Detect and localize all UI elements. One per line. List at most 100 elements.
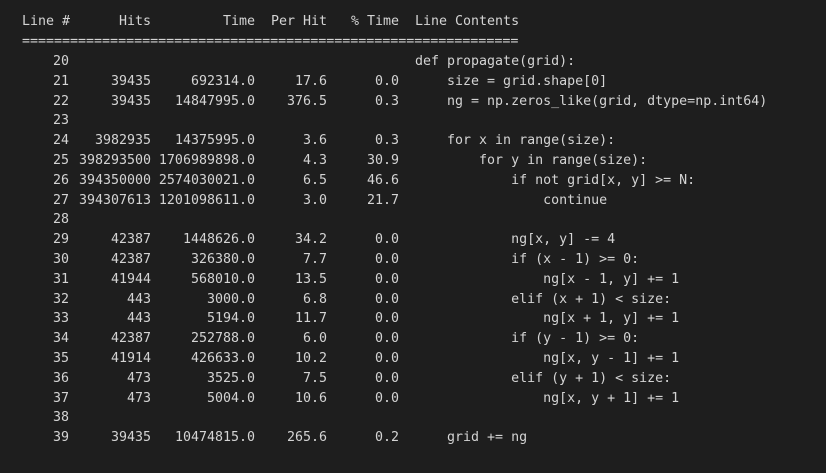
percent-time-value: 0.3 (374, 93, 399, 109)
table-row: 38 (0, 408, 826, 428)
time-value: 326380.0 (190, 252, 255, 267)
hits-value: 42387 (110, 331, 151, 347)
line-number: 32 (52, 291, 69, 307)
table-row: 30 42387 326380.0 7.7 0.0 if (x - 1) >= 0: (0, 250, 826, 270)
time-value: 14847995.0 (174, 93, 255, 109)
table-row: 27 394307613 1201098611.0 3.0 21.7 continue (0, 191, 826, 211)
hits-value: 39435 (110, 93, 151, 109)
hits-value: 42387 (110, 232, 151, 248)
percent-time-value: 0.0 (374, 252, 399, 267)
line-number: 28 (52, 212, 69, 228)
line-number: 29 (52, 232, 69, 248)
per-hit-value: 7.5 (302, 370, 327, 386)
table-row: 33 443 5194.0 11.7 0.0 ng[x + 1, y] += 1 (0, 309, 826, 329)
line-contents: elif (x + 1) < size: (415, 291, 672, 307)
percent-time-value: 0.0 (374, 390, 399, 406)
per-hit-value: 265.6 (286, 430, 327, 446)
line-contents: if not grid[x, y] >= N: (415, 172, 696, 188)
table-row: 25 398293500 1706989898.0 4.3 30.9 for y in … (0, 151, 826, 171)
line-number: 26 (52, 172, 69, 188)
hits-value: 3982935 (94, 133, 151, 149)
table-row: 34 42387 252788.0 6.0 0.0 if (y - 1) >= 0: (0, 329, 826, 349)
line-number: 22 (52, 93, 69, 109)
table-row: 39 39435 10474815.0 265.6 0.2 grid += ng (0, 428, 826, 448)
line-number: 24 (52, 133, 69, 149)
percent-time-value: 46.6 (366, 172, 399, 188)
header-line-contents: Line Contents (415, 14, 520, 29)
time-value: 692314.0 (190, 73, 255, 89)
per-hit-value: 13.5 (294, 271, 327, 287)
hits-value: 394307613 (78, 192, 151, 208)
table-row: 20 def propagate(grid): (0, 52, 826, 72)
table-row: 22 39435 14847995.0 376.5 0.3 ng = np.zeros_… (0, 92, 826, 112)
table-row: 21 39435 692314.0 17.6 0.0 size = grid.shape… (0, 72, 826, 92)
hits-value: 41944 (110, 271, 151, 287)
per-hit-value: 376.5 (286, 93, 327, 109)
percent-time-value: 0.0 (374, 370, 399, 386)
percent-time-value: 0.0 (374, 351, 399, 366)
hits-value: 42387 (110, 252, 151, 267)
line-number: 35 (52, 351, 69, 366)
line-number: 36 (52, 370, 69, 386)
line-contents: ng[x, y] -= 4 (415, 232, 616, 248)
time-value: 426633.0 (190, 351, 255, 366)
hits-value: 473 (126, 370, 151, 386)
time-value: 252788.0 (190, 331, 255, 347)
table-row: 26 394350000 2574030021.0 6.5 46.6 if not gr… (0, 171, 826, 191)
line-number: 25 (52, 153, 69, 168)
time-value: 3525.0 (206, 370, 255, 386)
percent-time-value: 0.0 (374, 331, 399, 347)
line-contents: ng[x, y + 1] += 1 (415, 390, 680, 406)
line-contents: ng[x + 1, y] += 1 (415, 311, 680, 327)
table-row: 36 473 3525.0 7.5 0.0 elif (y + 1) < size: (0, 369, 826, 389)
line-contents: for y in range(size): (415, 153, 648, 168)
time-value: 5004.0 (206, 390, 255, 406)
hits-value: 394350000 (78, 172, 151, 188)
time-value: 1706989898.0 (158, 153, 255, 168)
percent-time-value: 30.9 (366, 153, 399, 168)
line-contents: grid += ng (415, 430, 528, 446)
table-row: 35 41914 426633.0 10.2 0.0 ng[x, y - 1] += 1 (0, 349, 826, 369)
line-number: 30 (52, 252, 69, 267)
line-contents: if (y - 1) >= 0: (415, 331, 640, 347)
line-number: 27 (52, 192, 69, 208)
line-number: 23 (52, 113, 69, 129)
header-percent-time: % Time (350, 14, 399, 29)
per-hit-value: 3.6 (302, 133, 327, 149)
per-hit-value: 7.7 (302, 252, 327, 267)
table-row: 32 443 3000.0 6.8 0.0 elif (x + 1) < size: (0, 290, 826, 310)
table-row: 29 42387 1448626.0 34.2 0.0 ng[x, y] -= 4 (0, 230, 826, 250)
separator-row: ========================================… (0, 32, 826, 52)
time-value: 3000.0 (206, 291, 255, 307)
separator: ========================================… (22, 34, 519, 49)
per-hit-value: 10.2 (294, 351, 327, 366)
time-value: 568010.0 (190, 271, 255, 287)
hits-value: 39435 (110, 430, 151, 446)
line-number: 39 (52, 430, 69, 446)
percent-time-value: 0.0 (374, 232, 399, 248)
line-contents: for x in range(size): (415, 133, 616, 149)
percent-time-value: 0.2 (374, 430, 399, 446)
table-row: 37 473 5004.0 10.6 0.0 ng[x, y + 1] += 1 (0, 389, 826, 409)
percent-time-value: 0.0 (374, 311, 399, 327)
per-hit-value: 17.6 (294, 73, 327, 89)
line-number: 34 (52, 331, 69, 347)
table-row: 31 41944 568010.0 13.5 0.0 ng[x - 1, y] += 1 (0, 270, 826, 290)
time-value: 5194.0 (206, 311, 255, 327)
table-row: 23 (0, 111, 826, 131)
hits-value: 443 (126, 291, 151, 307)
time-value: 2574030021.0 (158, 172, 255, 188)
percent-time-value: 0.3 (374, 133, 399, 149)
percent-time-value: 0.0 (374, 271, 399, 287)
hits-value: 39435 (110, 73, 151, 89)
line-contents: ng = np.zeros_like(grid, dtype=np.int64) (415, 93, 768, 109)
line-number: 37 (52, 390, 69, 406)
table-row: 28 (0, 210, 826, 230)
per-hit-value: 3.0 (302, 192, 327, 208)
table-row: 24 3982935 14375995.0 3.6 0.3 for x in range… (0, 131, 826, 151)
percent-time-value: 0.0 (374, 291, 399, 307)
hits-value: 41914 (110, 351, 151, 366)
line-number: 31 (52, 271, 69, 287)
time-value: 1201098611.0 (158, 192, 255, 208)
line-contents: ng[x, y - 1] += 1 (415, 351, 680, 366)
